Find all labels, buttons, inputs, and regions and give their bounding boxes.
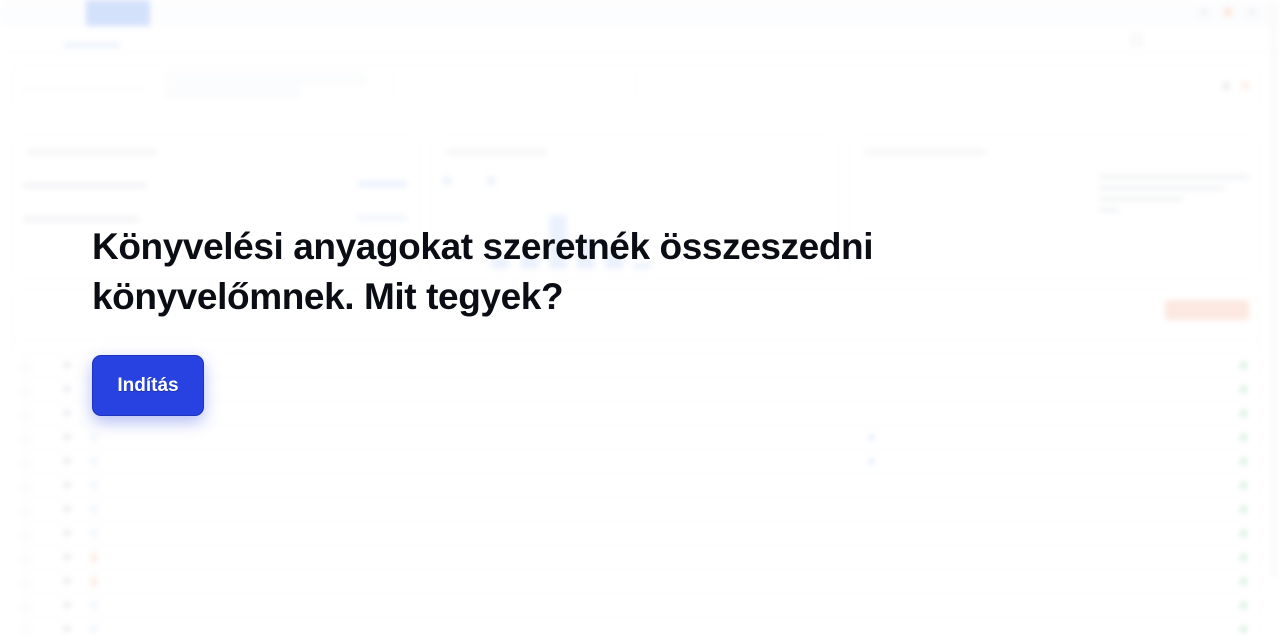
start-button[interactable]: Indítás <box>92 355 204 416</box>
onboarding-headline: Könyvelési anyagokat szeretnék összeszed… <box>92 226 874 317</box>
